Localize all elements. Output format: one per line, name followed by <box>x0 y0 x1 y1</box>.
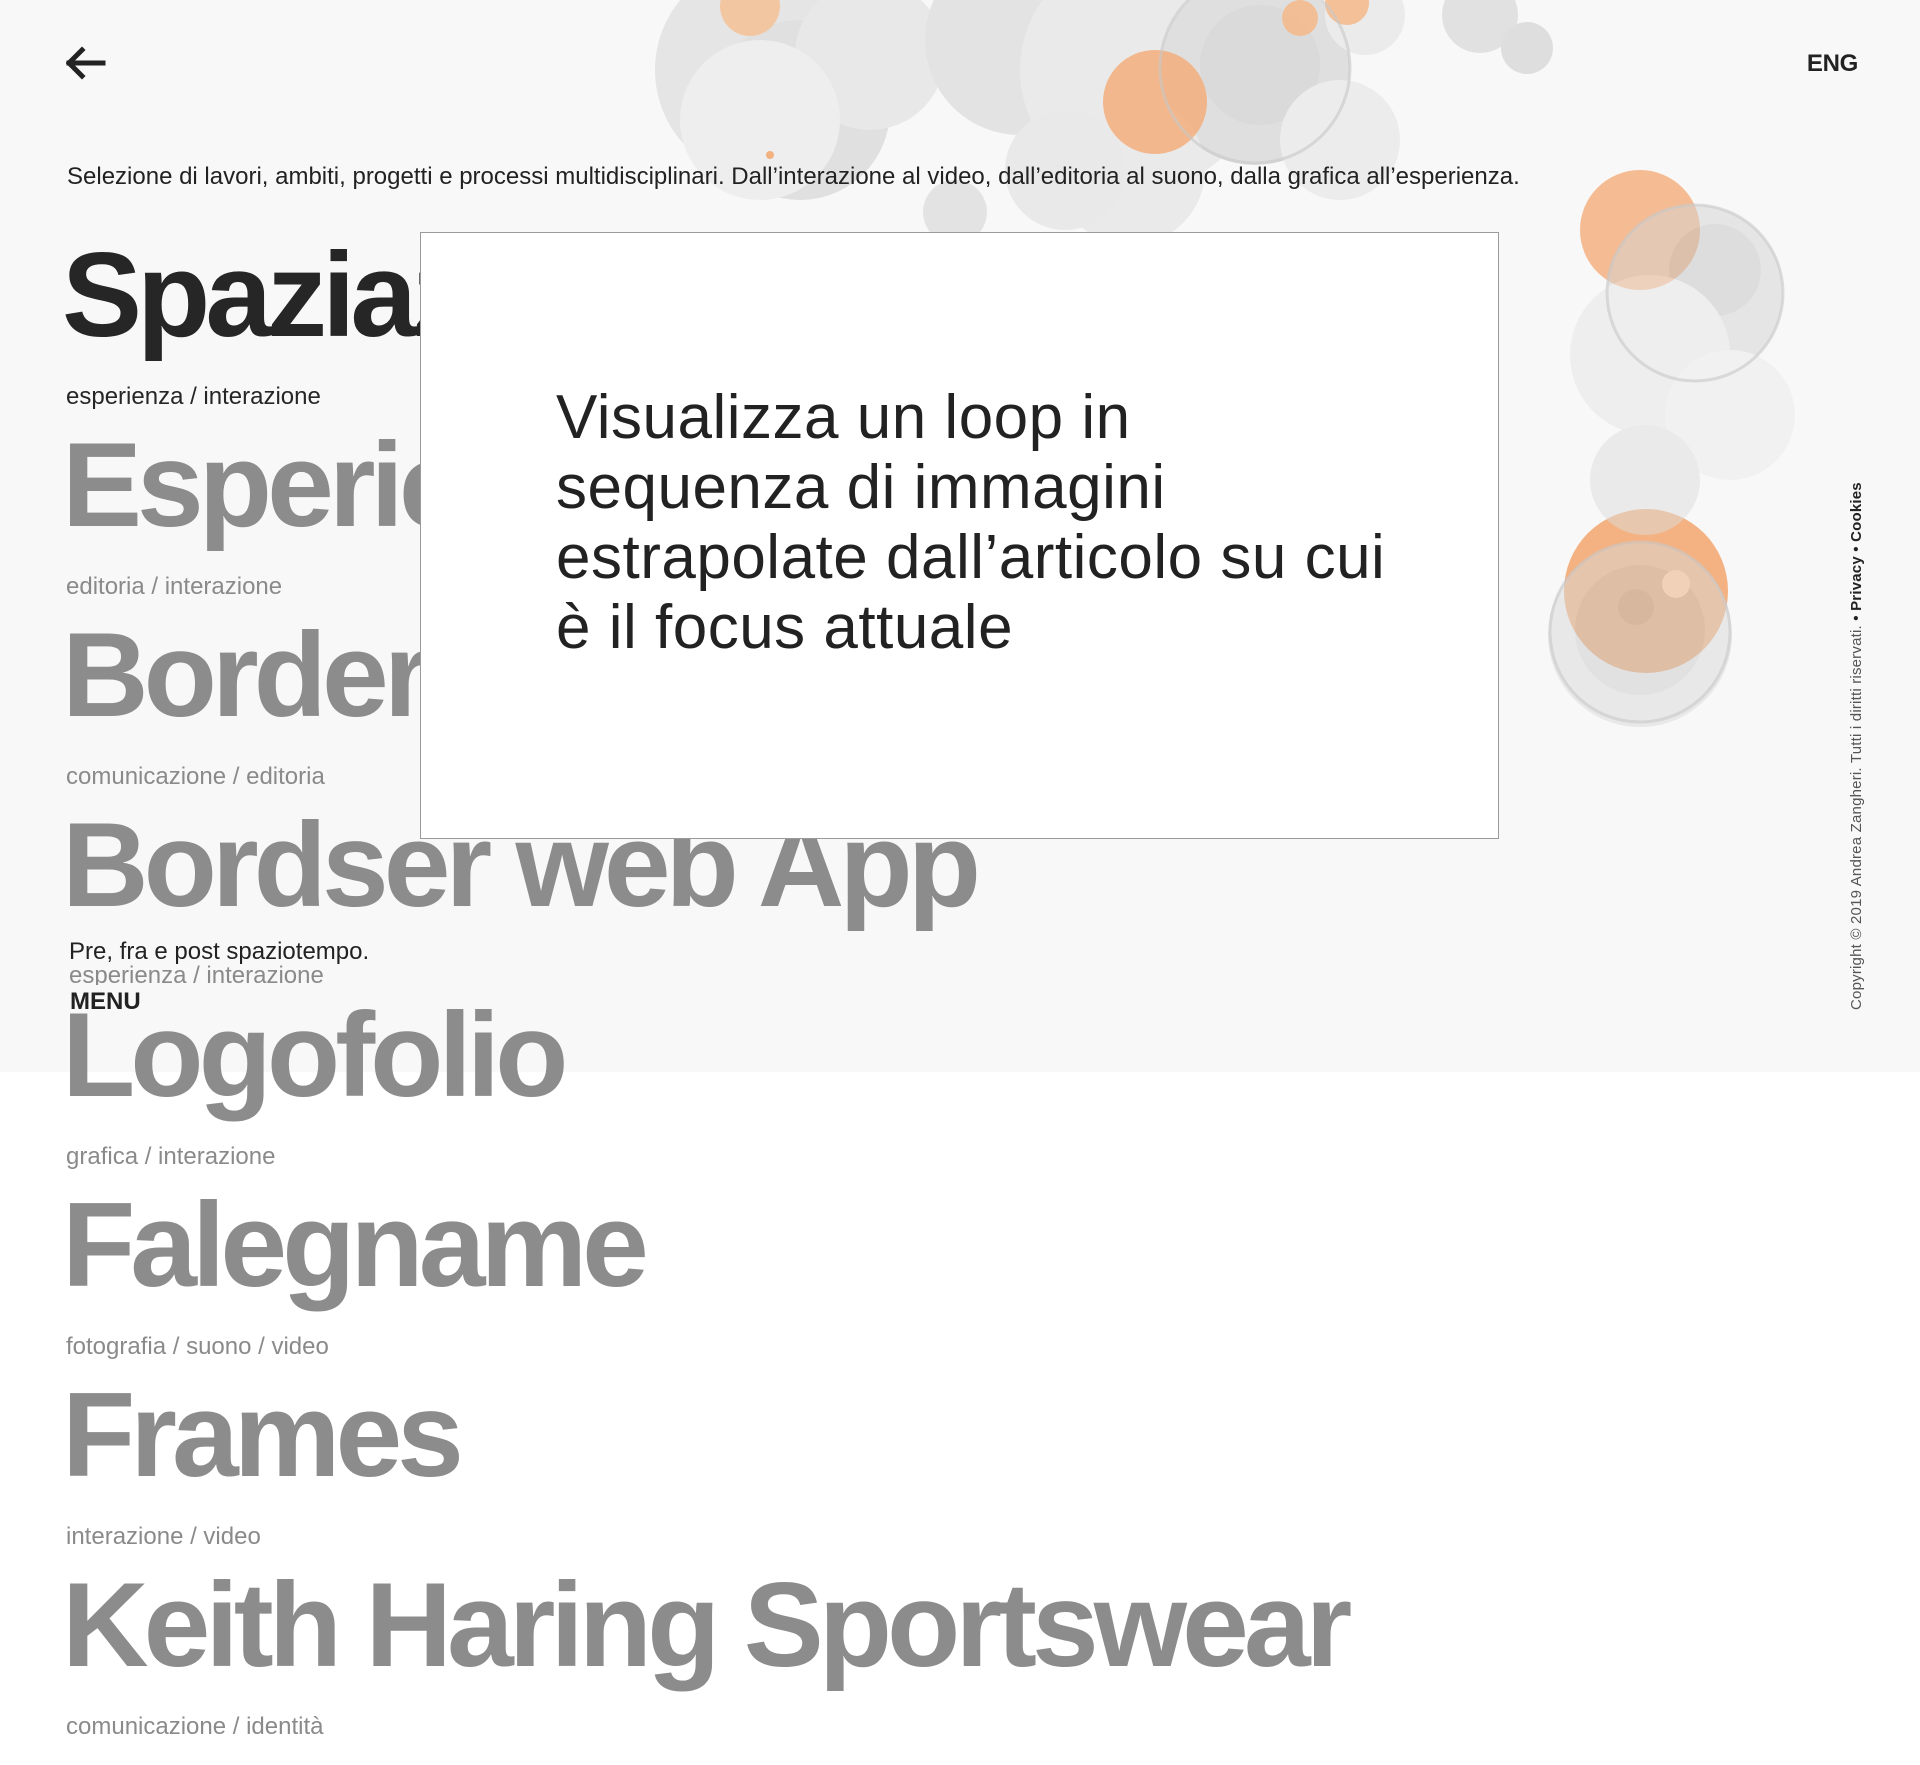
project-title[interactable]: Frames <box>62 1375 1766 1495</box>
project-item-frames[interactable]: Frames interazione / video <box>62 1375 1766 1551</box>
project-title[interactable]: Falegname <box>62 1185 1766 1305</box>
arrow-left-icon[interactable] <box>66 46 106 80</box>
project-tags: fotografia / suono / video <box>66 1333 329 1360</box>
project-title[interactable]: Keith Haring Sportswear <box>62 1565 1766 1685</box>
project-title[interactable]: Logofolio <box>62 995 1766 1115</box>
project-item-logofolio[interactable]: Logofolio grafica / interazione <box>62 995 1766 1171</box>
cookies-link[interactable]: • Cookies <box>1848 482 1865 552</box>
project-tags-peek: esperienza / interazione <box>69 962 324 985</box>
preview-placeholder-text: Visualizza un loop in sequenza di immagi… <box>556 383 1386 662</box>
project-item-keith-haring-sportswear[interactable]: Keith Haring Sportswear comunicazione / … <box>62 1565 1766 1741</box>
language-switch[interactable]: ENG <box>1807 50 1858 78</box>
copyright-text: Copyright © 2019 Andrea Zangheri. Tutti … <box>1848 625 1865 1010</box>
menu-button[interactable]: MENU <box>70 988 141 1016</box>
legal-footer: Copyright © 2019 Andrea Zangheri. Tutti … <box>1848 482 1865 1010</box>
privacy-link[interactable]: • Privacy <box>1848 556 1865 621</box>
project-tags: interazione / video <box>66 1523 261 1550</box>
project-tags: grafica / interazione <box>66 1143 276 1170</box>
project-item-falegname[interactable]: Falegname fotografia / suono / video <box>62 1185 1766 1361</box>
preview-overlay: Visualizza un loop in sequenza di immagi… <box>420 232 1499 839</box>
intro-text: Selezione di lavori, ambiti, progetti e … <box>67 163 1520 190</box>
project-tags: comunicazione / identità <box>66 1713 324 1740</box>
